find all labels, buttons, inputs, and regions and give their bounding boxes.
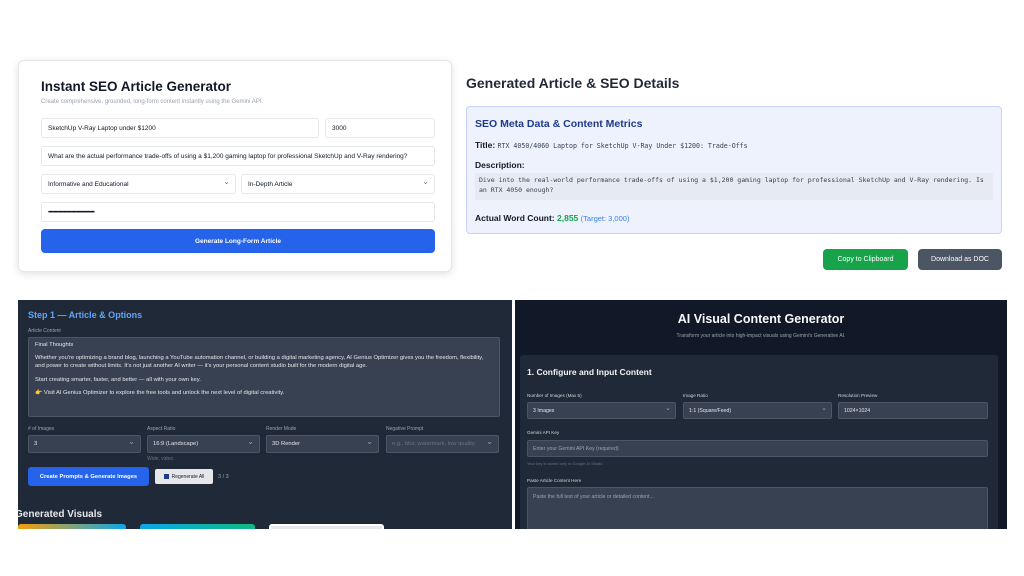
aspect-ratio-select[interactable]: 16:9 (Landscape) bbox=[147, 435, 260, 453]
regenerate-count: 3 / 3 bbox=[218, 474, 229, 480]
question-input[interactable]: What are the actual performance trade-of… bbox=[41, 146, 435, 166]
step1-heading: Step 1 — Article & Options bbox=[28, 310, 143, 320]
seo-card-title: Instant SEO Article Generator bbox=[41, 79, 232, 94]
meta-title-label: Title: bbox=[475, 140, 496, 150]
generate-article-button[interactable]: Generate Long-Form Article bbox=[41, 229, 435, 253]
checkbox-icon bbox=[163, 474, 169, 479]
visual-thumbnail[interactable] bbox=[18, 524, 126, 529]
length-select[interactable]: In-Depth Article bbox=[241, 174, 435, 194]
regenerate-all-button[interactable]: Regenerate All bbox=[155, 469, 213, 484]
keyword-input[interactable]: SketchUp V-Ray Laptop under $1200 bbox=[41, 118, 319, 138]
content-para: Final Thoughts bbox=[35, 342, 74, 348]
seo-card-subtitle: Create comprehensive, grounded, long-for… bbox=[41, 99, 264, 105]
aspect-ratio-label: Aspect Ratio bbox=[147, 426, 176, 432]
visual-thumbnail[interactable] bbox=[269, 524, 384, 529]
render-mode-select[interactable]: 3D Render bbox=[266, 435, 379, 453]
word-count-value: 2,855 bbox=[557, 213, 579, 223]
content-para: 👉 Visit AI Genius Optimizer to explore t… bbox=[35, 389, 285, 396]
image-ratio-select[interactable]: 1:1 (Square/Feed) bbox=[683, 402, 832, 419]
meta-title-row: Title: RTX 4050/4060 Laptop for SketchUp… bbox=[475, 140, 748, 150]
visual-title: AI Visual Content Generator bbox=[677, 312, 845, 326]
render-mode-label: Render Mode bbox=[266, 426, 297, 432]
paste-content-textarea[interactable]: Paste the full text of your article or d… bbox=[527, 487, 988, 529]
meta-desc-label: Description: bbox=[475, 160, 525, 170]
api-key-hint: Your key is stored only in Google AI Stu… bbox=[527, 461, 603, 466]
aspect-ratio-hint: Wide, video bbox=[147, 456, 174, 462]
visual-generator-panel: AI Visual Content Generator Transform yo… bbox=[515, 300, 1007, 529]
step1-panel: Step 1 — Article & Options Article Conte… bbox=[18, 300, 512, 529]
num-images-select[interactable]: 3 bbox=[28, 435, 141, 453]
meta-title-value: RTX 4050/4060 Laptop for SketchUp V-Ray … bbox=[497, 142, 748, 150]
article-content-textarea[interactable]: Final Thoughts Whether you're optimizing… bbox=[28, 337, 500, 417]
meta-heading: SEO Meta Data & Content Metrics bbox=[475, 118, 643, 130]
word-count-target: (Target: 3,000) bbox=[580, 214, 630, 223]
article-content-label: Article Content bbox=[28, 328, 61, 334]
tone-select[interactable]: Informative and Educational bbox=[41, 174, 236, 194]
num-images-max-label: Number of Images (Max 5) bbox=[527, 393, 582, 398]
configure-section: 1. Configure and Input Content Number of… bbox=[520, 355, 998, 529]
visual-subtitle: Transform your article into high-impact … bbox=[676, 333, 846, 339]
word-count-label: Actual Word Count: bbox=[475, 213, 555, 223]
copy-clipboard-button[interactable]: Copy to Clipboard bbox=[823, 249, 908, 270]
word-count-input[interactable]: 3000 bbox=[325, 118, 435, 138]
resolution-preview: 1024×1024 bbox=[838, 402, 988, 419]
gemini-api-input[interactable]: Enter your Gemini API Key (required) bbox=[527, 440, 988, 457]
num-images-max-select[interactable]: 3 Images bbox=[527, 402, 676, 419]
num-images-label: # of Images bbox=[28, 426, 55, 432]
seo-generator-card: Instant SEO Article Generator Create com… bbox=[18, 60, 452, 272]
content-para: Start creating smarter, faster, and bett… bbox=[35, 376, 201, 383]
visual-thumbnail[interactable] bbox=[140, 524, 255, 529]
configure-heading: 1. Configure and Input Content bbox=[527, 367, 652, 377]
image-ratio-label: Image Ratio bbox=[683, 393, 708, 398]
content-para: Whether you're optimizing a brand blog, … bbox=[35, 355, 484, 370]
regenerate-label: Regenerate All bbox=[171, 473, 205, 480]
results-title: Generated Article & SEO Details bbox=[466, 75, 680, 91]
resolution-label: Resolution Preview bbox=[838, 393, 878, 398]
word-count-row: Actual Word Count: 2,855 (Target: 3,000) bbox=[475, 213, 629, 223]
api-key-input[interactable]: •••••••••••••••••••••••••••••••••••• bbox=[41, 202, 435, 222]
paste-content-label: Paste Article Content Here bbox=[527, 478, 582, 483]
meta-desc-value: Dive into the real-world performance tra… bbox=[475, 173, 993, 200]
download-doc-button[interactable]: Download as DOC bbox=[918, 249, 1002, 270]
create-prompts-button[interactable]: Create Prompts & Generate Images bbox=[28, 467, 149, 486]
generated-visuals-heading: Generated Visuals bbox=[18, 509, 103, 520]
negative-prompt-input[interactable]: e.g., blur, watermark, low quality bbox=[386, 435, 499, 453]
negative-prompt-label: Negative Prompt bbox=[386, 426, 424, 432]
seo-meta-box: SEO Meta Data & Content Metrics Title: R… bbox=[466, 106, 1002, 234]
gemini-api-label: Gemini API Key bbox=[527, 430, 560, 435]
